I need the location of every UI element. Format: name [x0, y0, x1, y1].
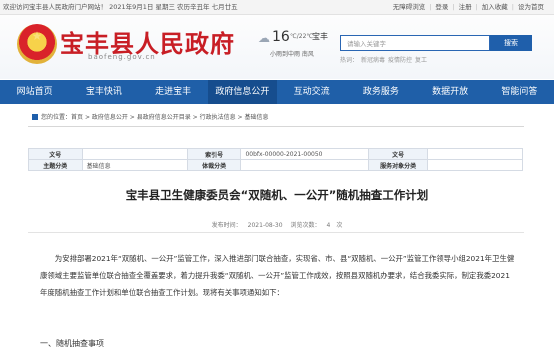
publish-date-label: 发布时间：	[211, 222, 242, 229]
weather-city: 宝丰	[312, 32, 328, 41]
breadcrumb-item[interactable]: 行政执法信息	[200, 114, 236, 121]
nav-item-interaction[interactable]: 互动交流	[277, 80, 346, 104]
info-value	[240, 159, 370, 171]
article-title: 宝丰县卫生健康委员会“双随机、一公开”随机抽查工作计划	[125, 188, 429, 202]
info-value: 基础信息	[81, 159, 188, 171]
info-key: 文号	[368, 148, 429, 160]
hot-word[interactable]: 疫情防控	[388, 57, 412, 64]
nav-item-info-disclosure[interactable]: 政府信息公开	[207, 80, 277, 104]
breadcrumb-prefix: 您的位置：	[41, 114, 72, 121]
weather-widget: ☁ 16 ℃/22℃ 宝丰 小雨到中雨 南风	[258, 29, 338, 69]
breadcrumb-item[interactable]: 基础信息	[244, 114, 268, 121]
views-unit: 次	[336, 222, 343, 229]
nav-item-open-data[interactable]: 数据开放	[416, 80, 485, 104]
nav-item-news[interactable]: 宝丰快讯	[69, 80, 138, 104]
site-domain: baofeng.gov.cn	[88, 53, 156, 61]
info-key: 主题分类	[28, 159, 83, 171]
nav-item-about[interactable]: 走进宝丰	[139, 80, 208, 104]
nav-item-services[interactable]: 政务服务	[346, 80, 415, 104]
weather-range: ℃/22℃	[290, 33, 314, 40]
info-key: 索引号	[186, 148, 242, 160]
hot-word[interactable]: 复工	[415, 57, 427, 64]
views-count: 4	[326, 222, 331, 229]
hot-words-label: 热词：	[340, 57, 359, 64]
info-value: 00bfx-00000-2021-00050	[240, 148, 370, 160]
article-paragraph: 为安排部署2021年“双随机、一公开”监管工作，深入推进部门联合抽查，实现省、市…	[40, 254, 515, 297]
rain-cloud-icon: ☁	[258, 31, 270, 45]
add-favorite-link[interactable]: 加入收藏	[478, 0, 512, 14]
top-links: 无障碍浏览 | 登录 | 注册 | 加入收藏 | 设为首页	[389, 0, 548, 14]
national-emblem-logo[interactable]: ★	[17, 24, 57, 64]
hot-word[interactable]: 新冠病毒	[361, 57, 385, 64]
article-meta: 发布时间： 2021-08-30 浏览次数： 4 次	[0, 220, 554, 229]
accessibility-link[interactable]: 无障碍浏览	[389, 0, 430, 14]
info-key: 体裁分类	[186, 159, 242, 171]
breadcrumb-item[interactable]: 县政府信息公开目录	[137, 114, 191, 121]
star-icon: ★	[31, 29, 43, 43]
breadcrumb: 您的位置：首页 > 政府信息公开 > 县政府信息公开目录 > 行政执法信息 > …	[32, 112, 268, 121]
divider	[28, 126, 524, 127]
info-value	[427, 159, 523, 171]
breadcrumb-item[interactable]: 政府信息公开	[92, 114, 128, 121]
table-row: 主题分类 基础信息 体裁分类 服务对象分类	[28, 159, 523, 171]
nav-item-home[interactable]: 网站首页	[0, 80, 69, 104]
weather-temp: 16	[272, 29, 290, 45]
hot-words: 热词： 新冠病毒 疫情防控 复工	[340, 55, 430, 64]
weather-condition: 小雨到中雨 南风	[270, 51, 314, 58]
welcome-text: 欢迎访问宝丰县人民政府门户网站！ 2021年9月1日 星期三 农历辛丑年 七月廿…	[3, 3, 238, 11]
login-link[interactable]: 登录	[431, 0, 452, 14]
table-row: 文号 索引号 00bfx-00000-2021-00050 文号	[28, 148, 523, 160]
set-homepage-link[interactable]: 设为首页	[514, 0, 548, 14]
nav-item-smart-qa[interactable]: 智能问答	[485, 80, 554, 104]
section-heading: 一、随机抽查事项	[40, 339, 104, 348]
home-icon	[32, 114, 38, 120]
info-key: 服务对象分类	[368, 159, 429, 171]
info-key: 文号	[28, 148, 83, 160]
main-nav: 网站首页 宝丰快讯 走进宝丰 政府信息公开 互动交流 政务服务 数据开放 智能问…	[0, 80, 554, 104]
views-label: 浏览次数：	[290, 222, 321, 229]
breadcrumb-item[interactable]: 首页	[71, 114, 83, 121]
register-link[interactable]: 注册	[455, 0, 476, 14]
document-info-table: 文号 索引号 00bfx-00000-2021-00050 文号 主题分类 基础…	[28, 148, 523, 171]
publish-date: 2021-08-30	[247, 222, 283, 229]
search-button[interactable]: 搜索	[490, 35, 532, 51]
top-bar: 欢迎访问宝丰县人民政府门户网站！ 2021年9月1日 星期三 农历辛丑年 七月廿…	[0, 0, 554, 15]
divider	[28, 232, 524, 233]
site-header: ★ 宝丰县人民政府 baofeng.gov.cn ☁ 16 ℃/22℃ 宝丰 小…	[0, 15, 554, 79]
info-value	[427, 148, 523, 160]
info-value	[81, 148, 188, 160]
search-input[interactable]: 请输入关键字	[340, 35, 490, 51]
